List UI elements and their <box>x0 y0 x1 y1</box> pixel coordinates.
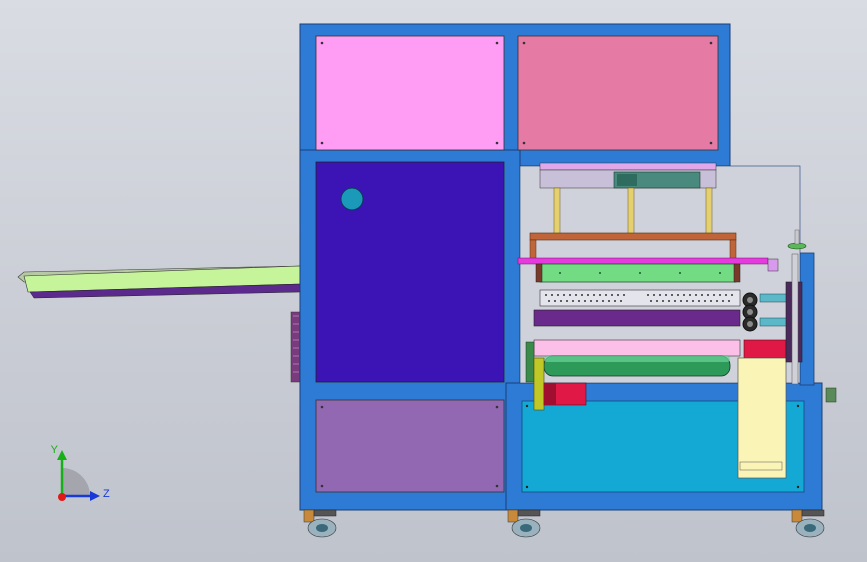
axis-plane-quadrant <box>62 468 90 496</box>
origin-dot <box>58 493 66 501</box>
caster-wheels <box>303 509 825 538</box>
cad-viewport[interactable]: Y Z <box>0 0 867 562</box>
y-axis-label: Y <box>51 444 59 456</box>
infeed-conveyor <box>17 265 301 299</box>
y-arrow-icon <box>57 450 67 460</box>
z-arrow-icon <box>90 491 100 501</box>
axis-triad[interactable]: Y Z <box>51 444 110 501</box>
cream-housing <box>737 357 787 479</box>
machine-drawing: Y Z <box>17 23 837 538</box>
gear-stack <box>742 292 758 332</box>
top-left-panel <box>315 35 505 151</box>
door-knob <box>340 187 364 211</box>
upper-roller <box>539 263 737 283</box>
top-right-panel <box>517 35 719 151</box>
z-axis-label: Z <box>103 488 110 500</box>
bottom-left-panel <box>315 399 505 493</box>
perforated-plate <box>539 289 741 307</box>
